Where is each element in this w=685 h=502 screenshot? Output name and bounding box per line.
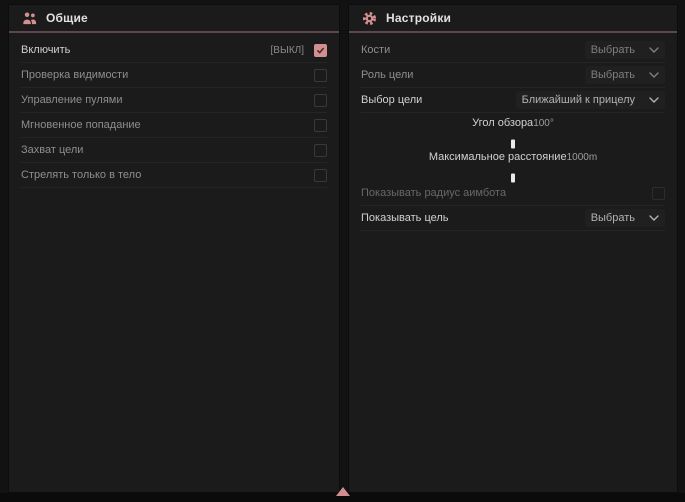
- row-instant-hit: Мгновенное попадание: [21, 113, 327, 138]
- panel-title: Настройки: [386, 11, 451, 25]
- row-bullet-control: Управление пулями: [21, 88, 327, 113]
- row-body-only: Стрелять только в тело: [21, 163, 327, 188]
- row-label: Проверка видимости: [21, 69, 128, 81]
- row-label: Захват цели: [21, 144, 83, 156]
- aimbot-radius-checkbox[interactable]: [652, 187, 665, 200]
- row-show-target: Показывать цель Выбрать: [361, 206, 665, 231]
- fov-value: 100°: [533, 118, 554, 129]
- row-fov: Угол обзора 100°: [361, 113, 665, 147]
- row-label: Стрелять только в тело: [21, 169, 141, 181]
- row-target-selection: Выбор цели Ближайший к прицелу: [361, 88, 665, 113]
- chevron-down-icon: [649, 97, 659, 103]
- dropdown-value: Выбрать: [591, 69, 635, 81]
- visibility-check-checkbox[interactable]: [314, 69, 327, 82]
- dropdown-value: Выбрать: [591, 212, 635, 224]
- target-selection-dropdown[interactable]: Ближайший к прицелу: [516, 91, 665, 109]
- row-label: Выбор цели: [361, 94, 422, 106]
- row-target-lock: Захват цели: [21, 138, 327, 163]
- row-label: Угол обзора: [472, 117, 533, 129]
- target-role-dropdown[interactable]: Выбрать: [585, 66, 665, 84]
- row-label: Включить: [21, 44, 70, 56]
- show-target-dropdown[interactable]: Выбрать: [585, 209, 665, 227]
- row-label: Роль цели: [361, 69, 413, 81]
- panel-general-header[interactable]: Общие: [9, 5, 339, 33]
- chevron-down-icon: [649, 47, 659, 53]
- target-lock-checkbox[interactable]: [314, 144, 327, 157]
- check-icon: [316, 46, 325, 55]
- row-max-distance: Максимальное расстояние 1000m: [361, 147, 665, 181]
- chevron-down-icon: [649, 72, 659, 78]
- row-enable: Включить [ВЫКЛ]: [21, 38, 327, 63]
- enable-checkbox[interactable]: [314, 44, 327, 57]
- row-visibility-check: Проверка видимости: [21, 63, 327, 88]
- row-label: Показывать цель: [361, 212, 449, 224]
- dropdown-value: Ближайший к прицелу: [522, 94, 635, 106]
- chevron-down-icon: [649, 215, 659, 221]
- panel-title: Общие: [46, 11, 88, 25]
- row-bones: Кости Выбрать: [361, 38, 665, 63]
- slider-handle[interactable]: [511, 173, 515, 182]
- panel-settings-header[interactable]: Настройки: [349, 5, 677, 33]
- bullet-control-checkbox[interactable]: [314, 94, 327, 107]
- row-label: Мгновенное попадание: [21, 119, 141, 131]
- keybind-hint: [ВЫКЛ]: [271, 45, 304, 56]
- row-label: Управление пулями: [21, 94, 123, 106]
- body-only-checkbox[interactable]: [314, 169, 327, 182]
- row-label: Максимальное расстояние: [429, 151, 567, 163]
- row-aimbot-radius: Показывать радиус аимбота: [361, 181, 665, 206]
- dropdown-value: Выбрать: [591, 44, 635, 56]
- general-rows: Включить [ВЫКЛ] Проверка видимости Управ…: [9, 33, 339, 188]
- overlay-background: Общие Включить [ВЫКЛ] Проверка видимости: [0, 0, 685, 502]
- row-label: Показывать радиус аимбота: [361, 187, 506, 199]
- bones-dropdown[interactable]: Выбрать: [585, 41, 665, 59]
- settings-rows: Кости Выбрать Роль цели Выбрать Выбор це…: [349, 33, 677, 231]
- panel-general: Общие Включить [ВЫКЛ] Проверка видимости: [8, 4, 340, 493]
- cursor-triangle-icon: [336, 487, 350, 496]
- users-icon: [22, 11, 37, 26]
- gear-icon: [362, 11, 377, 26]
- row-target-role: Роль цели Выбрать: [361, 63, 665, 88]
- row-label: Кости: [361, 44, 390, 56]
- max-distance-value: 1000m: [567, 152, 598, 163]
- slider-handle[interactable]: [511, 139, 515, 148]
- panel-settings: Настройки Кости Выбрать Роль цели Выбрат…: [348, 4, 678, 493]
- instant-hit-checkbox[interactable]: [314, 119, 327, 132]
